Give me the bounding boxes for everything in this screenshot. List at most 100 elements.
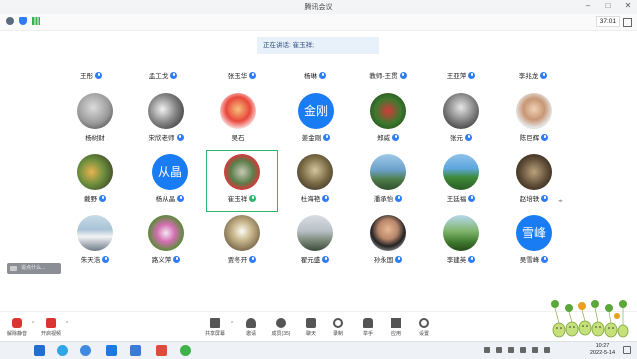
invite-button[interactable]: 邀请 bbox=[236, 318, 266, 337]
language-icon[interactable] bbox=[544, 347, 550, 353]
system-tray bbox=[484, 347, 550, 353]
layout-icon[interactable] bbox=[623, 18, 632, 27]
avatar: 雪峰 bbox=[516, 215, 552, 251]
chat-button[interactable]: 聊天 bbox=[296, 318, 326, 337]
mic-icon bbox=[392, 133, 399, 141]
browser-icon[interactable] bbox=[57, 345, 68, 356]
participant-name: 朱天浩 bbox=[80, 257, 101, 264]
participant-name: 崔玉祥 bbox=[227, 196, 248, 203]
mic-icon bbox=[468, 71, 476, 79]
participant-name: 杨树财 bbox=[85, 135, 105, 142]
start-icon[interactable] bbox=[34, 345, 45, 356]
apps-button[interactable]: 应用 bbox=[381, 318, 411, 337]
tray-icon[interactable] bbox=[484, 347, 490, 353]
avatar bbox=[370, 93, 406, 129]
mic-icon bbox=[323, 133, 331, 141]
participant-name: 孟工戈 bbox=[148, 73, 169, 80]
folder-icon[interactable] bbox=[130, 345, 141, 356]
mic-icon bbox=[249, 255, 257, 263]
mic-icon bbox=[541, 255, 549, 263]
participant-name: 郑威 bbox=[377, 135, 390, 142]
mic-icon bbox=[541, 194, 549, 202]
minimize-icon[interactable]: – bbox=[583, 1, 593, 10]
shield-icon[interactable] bbox=[19, 17, 27, 25]
clock-date: 2022-5-14 bbox=[589, 350, 615, 356]
mic-icon bbox=[99, 194, 106, 202]
participant-name: 姜金刚 bbox=[301, 135, 322, 142]
members-icon bbox=[276, 318, 286, 328]
settings-button[interactable]: 设置 bbox=[409, 318, 439, 337]
signal-icon[interactable] bbox=[32, 17, 40, 25]
participant-name: 路义萍 bbox=[151, 257, 172, 264]
participant-name: 王廷福 bbox=[446, 196, 467, 203]
app-icon[interactable] bbox=[80, 345, 91, 356]
avatar bbox=[220, 93, 256, 129]
tray-icon[interactable] bbox=[508, 347, 514, 353]
camera-off-icon bbox=[46, 318, 56, 328]
mic-icon bbox=[322, 194, 330, 202]
avatar bbox=[443, 93, 479, 129]
clock-time: 10:27 bbox=[595, 343, 610, 349]
mic-icon bbox=[102, 255, 110, 263]
participant-name: 杜海艳 bbox=[300, 196, 321, 203]
avatar: 金刚 bbox=[298, 93, 334, 129]
avatar: 从晶 bbox=[152, 154, 188, 190]
window-controls: – □ ✕ bbox=[583, 1, 633, 10]
avatar bbox=[77, 215, 113, 251]
participant-name: 王彤 bbox=[80, 73, 93, 80]
record-button[interactable]: 录制 bbox=[323, 318, 353, 337]
mic-icon bbox=[465, 133, 472, 141]
participant-name: 翟元盛 bbox=[300, 257, 321, 264]
chat-input[interactable]: 说点什么... bbox=[7, 263, 61, 274]
meeting-app-icon[interactable] bbox=[106, 345, 117, 356]
volume-icon[interactable] bbox=[520, 347, 526, 353]
avatar bbox=[77, 154, 113, 190]
mic-icon bbox=[249, 194, 257, 202]
info-icon[interactable] bbox=[6, 17, 14, 25]
mic-icon bbox=[249, 71, 257, 79]
share-screen-button[interactable]: 共享屏幕 bbox=[200, 318, 230, 337]
maximize-icon[interactable]: □ bbox=[603, 1, 613, 10]
network-icon[interactable] bbox=[532, 347, 538, 353]
participant-name: 孙永国 bbox=[373, 257, 394, 264]
window-title-bar: 腾讯会议 – □ ✕ bbox=[0, 0, 637, 14]
participant-name: 吴石 bbox=[231, 135, 245, 142]
close-icon[interactable]: ✕ bbox=[623, 1, 633, 10]
chevron-up-icon[interactable]: ^ bbox=[231, 321, 233, 327]
record-icon bbox=[333, 318, 343, 328]
decorative-sticker bbox=[551, 300, 629, 338]
participant-name: 杨琳 bbox=[304, 73, 317, 80]
chevron-up-icon[interactable]: ^ bbox=[32, 321, 34, 327]
avatar bbox=[443, 154, 479, 190]
unmute-button[interactable]: 解除静音 bbox=[2, 318, 32, 337]
mic-icon bbox=[399, 71, 407, 79]
raise-hand-button[interactable]: 举手 bbox=[353, 318, 383, 337]
mic-icon bbox=[173, 255, 181, 263]
speaking-indicator: 正在讲话: 崔玉祥; bbox=[257, 37, 379, 54]
mic-icon bbox=[176, 133, 184, 141]
mic-icon bbox=[395, 194, 403, 202]
system-clock[interactable]: 10:27 2022-5-14 bbox=[590, 343, 615, 357]
avatar bbox=[297, 215, 333, 251]
wechat-icon[interactable] bbox=[180, 345, 191, 356]
pdf-icon[interactable] bbox=[156, 345, 167, 356]
avatar bbox=[148, 215, 184, 251]
mic-icon bbox=[541, 133, 549, 141]
invite-icon bbox=[246, 318, 256, 328]
chevron-up-icon[interactable]: ^ bbox=[66, 321, 68, 327]
avatar bbox=[224, 215, 260, 251]
mic-off-icon bbox=[12, 318, 22, 328]
avatar bbox=[297, 154, 333, 190]
avatar bbox=[370, 154, 406, 190]
notification-icon[interactable] bbox=[623, 346, 631, 354]
participant-name: 李建英 bbox=[446, 257, 467, 264]
apps-icon bbox=[391, 318, 401, 328]
start-video-button[interactable]: 开启视频 bbox=[36, 318, 66, 337]
members-button[interactable]: 成员(35) bbox=[266, 318, 296, 337]
meeting-info-bar: 37:01 bbox=[0, 14, 637, 31]
tray-icon[interactable] bbox=[496, 347, 502, 353]
mic-icon bbox=[319, 71, 326, 79]
mic-icon bbox=[170, 71, 178, 79]
scroll-right-icon[interactable]: ◂▸ bbox=[558, 198, 563, 204]
participant-name: 张元 bbox=[450, 135, 463, 142]
